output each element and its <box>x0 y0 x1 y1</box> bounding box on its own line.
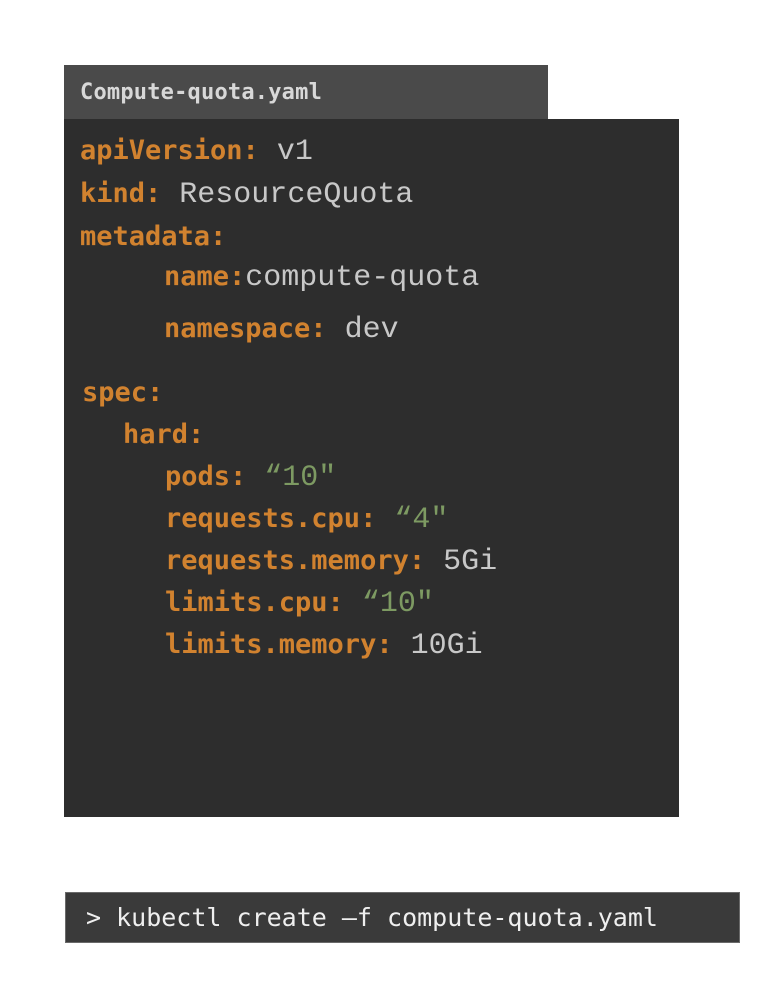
yaml-line-requests-memory: requests.memory: 5Gi <box>165 543 497 579</box>
yaml-key: name: <box>164 261 246 292</box>
file-tab-label: Compute-quota.yaml <box>80 79 323 105</box>
yaml-key: limits.cpu: <box>165 587 344 618</box>
yaml-key: namespace: <box>164 313 327 344</box>
yaml-line-namespace: namespace: dev <box>164 311 399 347</box>
yaml-string-value: “10" <box>361 587 434 621</box>
yaml-value: compute-quota <box>245 261 480 295</box>
yaml-line-kind: kind: ResourceQuota <box>80 176 413 212</box>
yaml-key: hard: <box>123 419 205 450</box>
yaml-line-apiversion: apiVersion: v1 <box>80 133 313 169</box>
yaml-line-hard: hard: <box>123 417 204 453</box>
yaml-key: pods: <box>165 461 247 492</box>
yaml-value: v1 <box>276 135 313 169</box>
yaml-line-pods: pods: “10" <box>165 459 336 495</box>
terminal-command[interactable]: > kubectl create –f compute-quota.yaml <box>86 903 658 932</box>
yaml-editor[interactable]: apiVersion: v1 kind: ResourceQuota metad… <box>64 119 679 817</box>
yaml-key: kind: <box>80 178 162 209</box>
yaml-string-value: “4" <box>394 503 449 537</box>
terminal-command-bar[interactable]: > kubectl create –f compute-quota.yaml <box>65 892 740 943</box>
yaml-line-name: name:compute-quota <box>164 259 479 295</box>
yaml-key: limits.memory: <box>165 629 393 660</box>
yaml-key: requests.memory: <box>165 545 426 576</box>
yaml-line-spec: spec: <box>82 375 163 411</box>
yaml-value: 10Gi <box>410 629 483 663</box>
yaml-key: spec: <box>82 377 164 408</box>
file-tab[interactable]: Compute-quota.yaml <box>64 65 548 119</box>
yaml-string-value: “10" <box>264 461 337 495</box>
yaml-line-metadata: metadata: <box>80 219 226 255</box>
yaml-value: ResourceQuota <box>179 178 414 212</box>
yaml-value: dev <box>344 313 399 347</box>
yaml-line-limits-cpu: limits.cpu: “10" <box>165 585 434 621</box>
yaml-value: 5Gi <box>443 545 498 579</box>
yaml-key: metadata: <box>80 221 227 252</box>
yaml-key: apiVersion: <box>80 135 259 166</box>
yaml-line-limits-memory: limits.memory: 10Gi <box>165 627 483 663</box>
yaml-key: requests.cpu: <box>165 503 377 534</box>
yaml-line-requests-cpu: requests.cpu: “4" <box>165 501 448 537</box>
